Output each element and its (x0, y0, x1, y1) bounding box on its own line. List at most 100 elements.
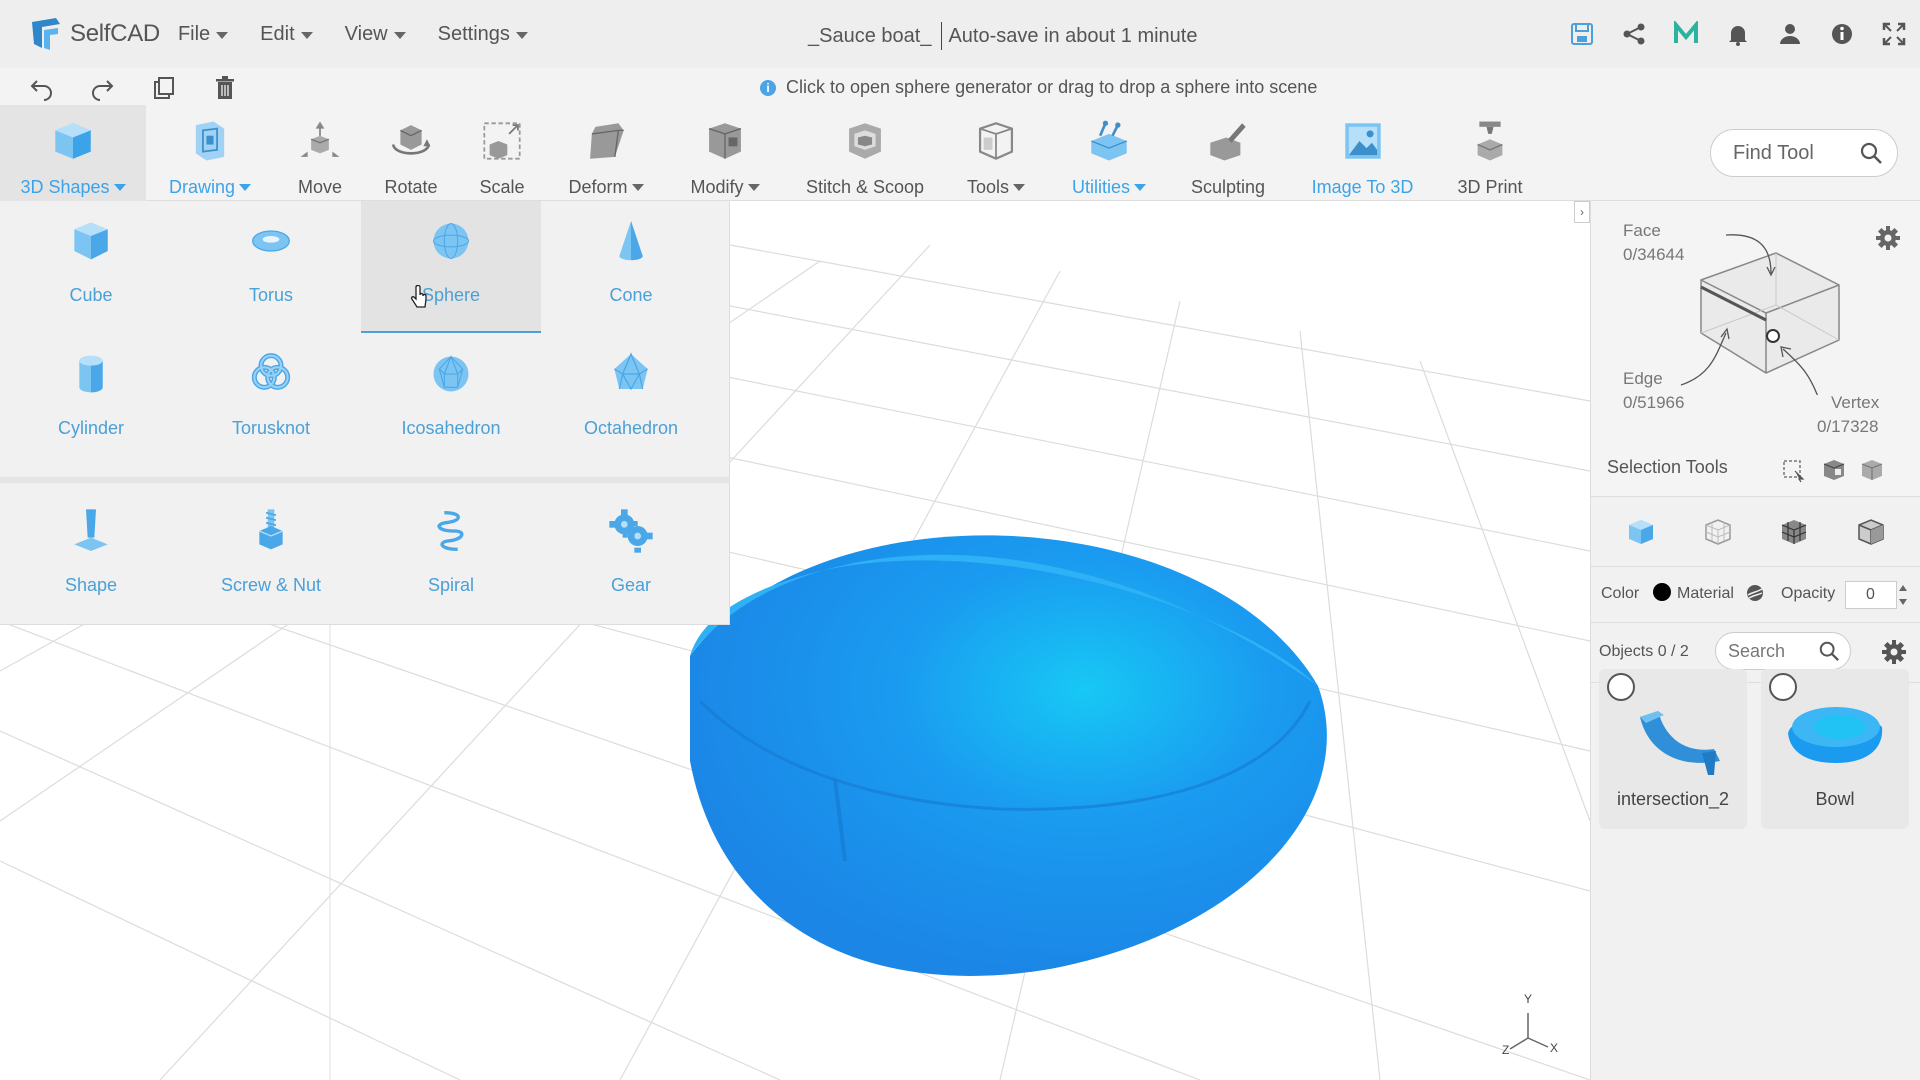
object-mode-icon[interactable] (1625, 516, 1657, 548)
search-icon (1860, 142, 1882, 164)
image-to-3d-icon (1337, 115, 1389, 167)
chevron-down-icon (515, 31, 528, 39)
rectangle-select-icon[interactable] (1781, 457, 1807, 483)
axis-y-label: Y (1524, 992, 1533, 1006)
delete-button[interactable] (207, 72, 243, 104)
fullscreen-button[interactable] (1868, 0, 1920, 68)
shape-gear[interactable]: Gear (541, 501, 721, 596)
chevron-right-icon: › (1580, 205, 1584, 219)
vertex-mode-icon[interactable] (1855, 516, 1887, 548)
chevron-down-icon (747, 184, 760, 191)
scale-icon (476, 115, 528, 167)
save-button[interactable] (1556, 0, 1608, 68)
selection-tools-label: Selection Tools (1607, 457, 1728, 477)
menu-settings[interactable]: Settings (438, 23, 528, 46)
menu-file[interactable]: File (178, 23, 229, 46)
gear-icon[interactable] (1875, 225, 1901, 251)
shape-torus[interactable]: Torus (181, 211, 361, 306)
tool-move[interactable]: Move (270, 105, 370, 201)
shape-octahedron[interactable]: Octahedron (541, 344, 721, 439)
tool-deform[interactable]: Deform (556, 105, 656, 201)
copy-button[interactable] (146, 72, 182, 104)
shape-shape[interactable]: Shape (1, 501, 181, 596)
object-select-radio[interactable] (1607, 673, 1635, 701)
info-button[interactable] (1816, 0, 1868, 68)
modify-icon (699, 115, 751, 167)
shape-torusknot[interactable]: Torusknot (181, 344, 361, 439)
material-icon[interactable] (1745, 583, 1765, 603)
tool-rotate[interactable]: Rotate (361, 105, 461, 201)
cube-icon (61, 211, 121, 271)
shape-sphere[interactable]: Sphere (361, 211, 541, 306)
redo-button[interactable] (84, 72, 120, 104)
bowl-model[interactable] (690, 535, 1327, 976)
shape-label: Torus (248, 285, 293, 305)
hint-text: Click to open sphere generator or drag t… (786, 77, 1318, 97)
opacity-stepper[interactable] (1897, 581, 1909, 609)
bowl-thumbnail (1788, 707, 1883, 763)
intersection-thumbnail (1640, 711, 1720, 775)
action-bar: i Click to open sphere generator or drag… (0, 68, 1920, 108)
title-divider (941, 22, 943, 50)
undo-icon (30, 80, 52, 101)
selection-section: Face 0/34644 Edge 0/51966 Vertex 0/17328… (1591, 201, 1920, 497)
save-icon (1571, 23, 1593, 45)
undo-button[interactable] (24, 72, 60, 104)
search-icon (1819, 641, 1839, 661)
collapse-panel-button[interactable]: › (1574, 201, 1590, 223)
shape-screw-nut[interactable]: Screw & Nut (181, 501, 361, 596)
gear-shape-icon (601, 501, 661, 561)
tool-scale[interactable]: Scale (452, 105, 552, 201)
object-card-intersection[interactable]: intersection_2 (1599, 669, 1747, 829)
selection-mode-row (1591, 497, 1920, 567)
menu-edit[interactable]: Edit (260, 23, 313, 46)
cube-icon (47, 115, 99, 167)
utilities-icon (1083, 115, 1135, 167)
shape-label: Octahedron (583, 418, 679, 438)
tool-drawing[interactable]: Drawing (160, 105, 260, 201)
tool-utilities[interactable]: Utilities (1059, 105, 1159, 201)
tool-stitch-scoop[interactable]: Stitch & Scoop (795, 105, 935, 201)
tool-3d-print[interactable]: 3D Print (1440, 105, 1540, 201)
paint-select-icon[interactable] (1821, 457, 1847, 483)
account-button[interactable] (1764, 0, 1816, 68)
tool-tools[interactable]: Tools (946, 105, 1046, 201)
shape-icosahedron[interactable]: Icosahedron (361, 344, 541, 439)
find-tool-input[interactable]: Find Tool (1710, 129, 1898, 177)
shape-cylinder[interactable]: Cylinder (1, 344, 181, 439)
tool-label: Drawing (169, 177, 252, 198)
object-search-input[interactable]: Search (1715, 632, 1851, 670)
cone-icon (601, 211, 661, 271)
tool-modify[interactable]: Modify (675, 105, 775, 201)
edge-mode-icon[interactable] (1778, 516, 1810, 548)
opacity-input[interactable]: 0 (1845, 581, 1897, 609)
document-name[interactable]: _Sauce boat_ (808, 25, 931, 48)
object-select-radio[interactable] (1769, 673, 1797, 701)
tool-label: Modify (690, 177, 760, 198)
move-icon (294, 115, 346, 167)
mastery-button[interactable] (1660, 0, 1712, 68)
object-card-bowl[interactable]: Bowl (1761, 669, 1909, 829)
gear-icon[interactable] (1881, 639, 1907, 665)
color-swatch[interactable] (1653, 583, 1671, 601)
menu-bar: SelfCAD File Edit View Settings _Sauce b… (0, 0, 1920, 68)
screw-nut-icon (241, 501, 301, 561)
right-panel: Face 0/34644 Edge 0/51966 Vertex 0/17328… (1590, 201, 1920, 1080)
torus-icon (241, 211, 301, 271)
shape-cone[interactable]: Cone (541, 211, 721, 306)
face-mode-icon[interactable] (1702, 516, 1734, 548)
solid-select-icon[interactable] (1859, 457, 1885, 483)
tool-sculpting[interactable]: Sculpting (1178, 105, 1278, 201)
tool-label: Stitch & Scoop (805, 177, 925, 197)
menu-view[interactable]: View (345, 23, 406, 46)
shape-cube[interactable]: Cube (1, 211, 181, 306)
autosave-status: Auto-save in about 1 minute (948, 24, 1198, 47)
redo-icon (92, 80, 114, 101)
tool-3d-shapes[interactable]: 3D Shapes (0, 105, 146, 201)
app-logo[interactable]: SelfCAD (26, 0, 160, 68)
tool-image-to-3d[interactable]: Image To 3D (1300, 105, 1425, 201)
shape-spiral[interactable]: Spiral (361, 501, 541, 596)
share-icon (1623, 23, 1645, 45)
share-button[interactable] (1608, 0, 1660, 68)
notifications-button[interactable] (1712, 0, 1764, 68)
